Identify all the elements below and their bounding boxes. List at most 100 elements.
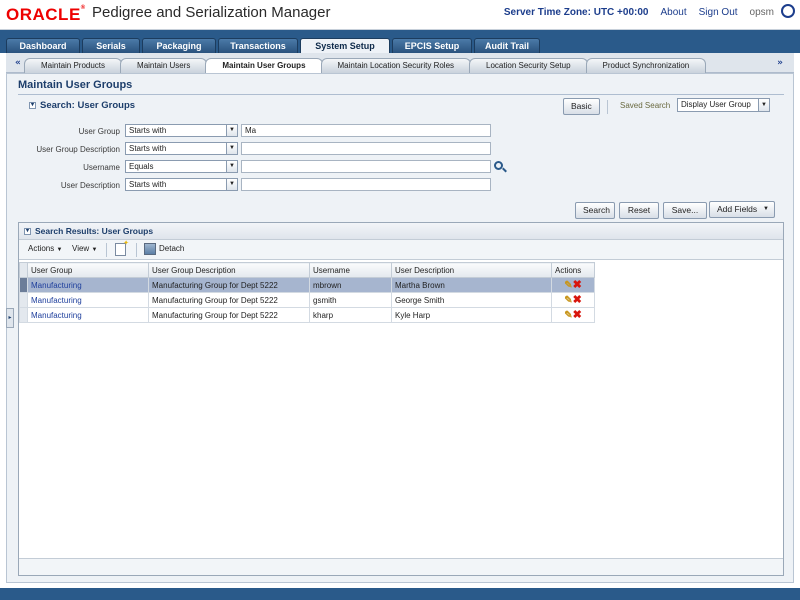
chevron-down-icon[interactable]: ▼	[226, 179, 237, 190]
user-group-operator-select[interactable]: Starts with ▼	[125, 124, 238, 137]
detach-button[interactable]: Detach	[159, 244, 184, 253]
results-toolbar: Actions ▼ View ▼ Detach	[19, 239, 783, 260]
main-panel: Maintain User Groups ▾ Search: User Grou…	[6, 73, 794, 583]
status-indicator-icon	[781, 4, 795, 18]
app-header: ORACLE® Pedigree and Serialization Manag…	[0, 0, 800, 28]
scroll-right-icon[interactable]: »	[777, 58, 783, 68]
current-user: opsm	[749, 7, 774, 18]
user-group-description-label: User Group Description	[36, 145, 120, 154]
results-section-title: Search Results: User Groups	[35, 226, 154, 236]
create-new-icon[interactable]	[115, 239, 129, 256]
col-user-description[interactable]: User Description	[391, 262, 552, 278]
chevron-down-icon: ▼	[763, 206, 769, 212]
add-fields-button[interactable]: Add Fields ▼	[709, 201, 775, 218]
subtab-maintain-user-groups[interactable]: Maintain User Groups	[205, 58, 323, 74]
search-icon[interactable]	[494, 161, 503, 170]
chevron-down-icon[interactable]: ▼	[226, 125, 237, 136]
scroll-left-icon[interactable]: «	[15, 58, 21, 68]
chevron-down-icon[interactable]: ▼	[758, 99, 769, 111]
chevron-down-icon[interactable]: ▼	[226, 161, 237, 172]
row-selector[interactable]	[19, 277, 28, 293]
page-title: Maintain User Groups	[18, 79, 133, 91]
results-footer	[19, 558, 783, 575]
edit-icon[interactable]: ✎	[564, 295, 572, 306]
tab-packaging[interactable]: Packaging	[142, 38, 216, 54]
row-selector[interactable]	[19, 292, 28, 308]
tab-dashboard[interactable]: Dashboard	[6, 38, 80, 54]
operator-value: Starts with	[129, 180, 167, 189]
sub-nav-bar: « Maintain Products Maintain Users Maint…	[6, 53, 794, 74]
saved-search-value: Display User Group	[681, 100, 751, 109]
detach-icon[interactable]	[144, 243, 156, 255]
view-menu[interactable]: View ▼	[72, 244, 97, 253]
user-group-cell[interactable]: Manufacturing	[27, 277, 149, 293]
operator-value: Starts with	[129, 144, 167, 153]
user-group-input[interactable]: Ma	[241, 124, 491, 137]
subtab-maintain-location-security-roles[interactable]: Maintain Location Security Roles	[320, 58, 472, 73]
username-label: Username	[83, 163, 120, 172]
save-button[interactable]: Save...	[663, 202, 707, 219]
table-row[interactable]: Manufacturing Manufacturing Group for De…	[19, 307, 595, 323]
user-group-description-input[interactable]	[241, 142, 491, 155]
col-user-group[interactable]: User Group	[27, 262, 149, 278]
subtab-maintain-users[interactable]: Maintain Users	[120, 58, 208, 73]
table-row[interactable]: Manufacturing Manufacturing Group for De…	[19, 292, 595, 308]
search-results-panel: ▾ Search Results: User Groups Actions ▼ …	[18, 222, 784, 576]
col-username[interactable]: Username	[309, 262, 392, 278]
user-group-cell[interactable]: Manufacturing	[27, 307, 149, 323]
user-description-operator-select[interactable]: Starts with ▼	[125, 178, 238, 191]
user-description-cell: George Smith	[391, 292, 552, 308]
delete-icon[interactable]: ✖	[573, 294, 582, 305]
table-row[interactable]: Manufacturing Manufacturing Group for De…	[19, 277, 595, 293]
actions-menu[interactable]: Actions ▼	[28, 244, 62, 253]
search-section-header[interactable]: ▾ Search: User Groups	[29, 100, 135, 111]
user-group-description-operator-select[interactable]: Starts with ▼	[125, 142, 238, 155]
edit-icon[interactable]: ✎	[564, 280, 572, 291]
user-description-cell: Martha Brown	[391, 277, 552, 293]
search-section-title: Search: User Groups	[40, 100, 136, 111]
chevron-down-icon[interactable]: ▼	[226, 143, 237, 154]
reset-button[interactable]: Reset	[619, 202, 659, 219]
delete-icon[interactable]: ✖	[573, 279, 582, 290]
title-divider	[18, 94, 784, 95]
divider	[607, 100, 608, 114]
subtab-product-synchronization[interactable]: Product Synchronization	[585, 58, 706, 73]
disclosure-expanded-icon[interactable]: ▾	[24, 227, 31, 235]
user-description-input[interactable]	[241, 178, 491, 191]
basic-button[interactable]: Basic	[563, 98, 600, 115]
oracle-logo: ORACLE®	[6, 5, 86, 24]
row-selector[interactable]	[19, 307, 28, 323]
actions-cell: ✎✖	[551, 307, 595, 323]
description-cell: Manufacturing Group for Dept 5222	[148, 307, 310, 323]
divider	[106, 243, 107, 257]
edit-icon[interactable]: ✎	[564, 310, 572, 321]
actions-label: Actions	[28, 244, 55, 253]
col-user-group-description[interactable]: User Group Description	[148, 262, 310, 278]
expand-panel-icon[interactable]: ▸	[6, 308, 14, 328]
subtab-location-security-setup[interactable]: Location Security Setup	[469, 58, 588, 73]
actions-cell: ✎✖	[551, 277, 595, 293]
results-table: User Group User Group Description Userna…	[19, 262, 595, 323]
tab-serials[interactable]: Serials	[82, 38, 140, 54]
saved-search-label: Saved Search	[620, 101, 671, 110]
tab-epcis-setup[interactable]: EPCIS Setup	[392, 38, 472, 54]
username-cell: gsmith	[309, 292, 392, 308]
about-link[interactable]: About	[660, 7, 686, 18]
results-section-header[interactable]: ▾ Search Results: User Groups	[24, 226, 153, 236]
sign-out-link[interactable]: Sign Out	[699, 7, 738, 18]
actions-cell: ✎✖	[551, 292, 595, 308]
username-input[interactable]	[241, 160, 491, 173]
operator-value: Equals	[129, 162, 154, 171]
col-actions: Actions	[551, 262, 595, 278]
delete-icon[interactable]: ✖	[573, 309, 582, 320]
tab-transactions[interactable]: Transactions	[218, 38, 298, 54]
user-group-cell[interactable]: Manufacturing	[27, 292, 149, 308]
disclosure-expanded-icon[interactable]: ▾	[29, 102, 36, 109]
subtab-maintain-products[interactable]: Maintain Products	[24, 58, 123, 73]
tab-audit-trail[interactable]: Audit Trail	[474, 38, 540, 54]
saved-search-select[interactable]: Display User Group ▼	[677, 98, 770, 112]
username-operator-select[interactable]: Equals ▼	[125, 160, 238, 173]
add-fields-label: Add Fields	[717, 204, 758, 214]
search-button[interactable]: Search	[575, 202, 615, 219]
username-cell: kharp	[309, 307, 392, 323]
